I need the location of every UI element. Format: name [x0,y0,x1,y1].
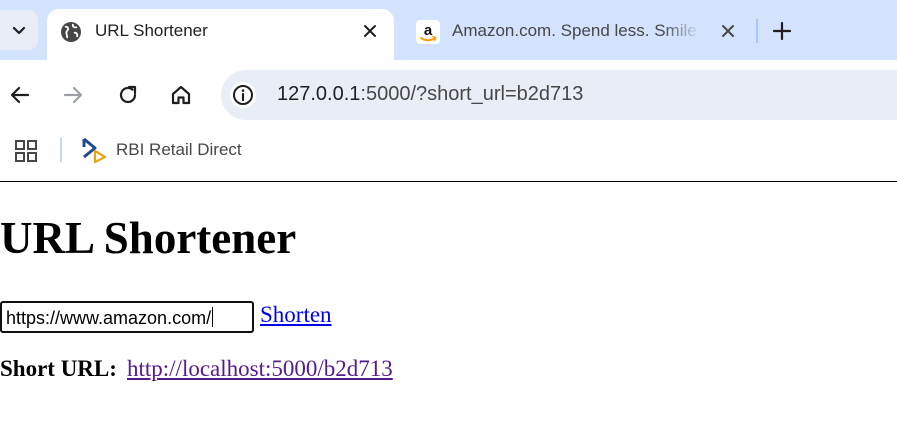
url-path: :5000/?short_url=b2d713 [360,83,584,105]
svg-text:a: a [424,22,433,39]
tab-separator [756,19,758,43]
bookmark-rbi-retail-direct[interactable]: RBI Retail Direct [81,136,242,164]
close-icon [722,25,734,37]
tab-close-button[interactable] [359,20,381,42]
tab-strip: URL Shortener a Amazon.com. Spend less. … [0,0,897,60]
tab-search-button[interactable] [0,10,38,50]
page-content: URL Shortener https://www.amazon.com/ Sh… [0,182,897,424]
shorten-link[interactable]: Shorten [260,302,332,328]
address-url[interactable]: 127.0.0.1:5000/?short_url=b2d713 [277,83,583,106]
new-tab-button[interactable] [769,18,795,44]
globe-icon [61,22,81,42]
text-caret [212,307,214,327]
apps-grid-icon[interactable] [14,139,38,163]
chevron-down-icon [12,26,26,35]
tab-url-shortener[interactable]: URL Shortener [47,9,394,60]
url-input-value: https://www.amazon.com/ [6,308,212,328]
short-url-label: Short URL: [0,356,117,381]
bookmarks-bar: RBI Retail Direct [0,130,897,182]
close-icon [364,25,376,37]
arrow-right-icon [63,86,83,104]
bookmarks-separator [60,138,62,162]
address-bar[interactable]: 127.0.0.1:5000/?short_url=b2d713 [221,70,897,120]
url-input[interactable]: https://www.amazon.com/ [0,301,254,333]
forward-button[interactable] [59,81,87,109]
back-button[interactable] [6,81,34,109]
arrow-left-icon [10,86,30,104]
home-button[interactable] [167,81,195,109]
bookmark-label: RBI Retail Direct [116,140,242,159]
amazon-logo-icon: a [416,20,440,44]
rbi-logo-icon [82,137,106,164]
tab-title: Amazon.com. Spend less. Smile more. [452,21,700,40]
home-icon [171,85,191,105]
tab-title: URL Shortener [95,21,208,40]
reload-button[interactable] [114,81,142,109]
site-info-button[interactable] [230,82,256,108]
browser-toolbar: 127.0.0.1:5000/?short_url=b2d713 [0,60,897,130]
reload-icon [119,85,137,104]
info-icon [233,85,253,105]
short-url-link[interactable]: http://localhost:5000/b2d713 [127,356,393,382]
page-title: URL Shortener [0,213,297,263]
tab-amazon[interactable]: a Amazon.com. Spend less. Smile more. [404,9,749,54]
tab-close-button[interactable] [717,20,739,42]
plus-icon [772,21,792,41]
url-host: 127.0.0.1 [277,83,361,105]
